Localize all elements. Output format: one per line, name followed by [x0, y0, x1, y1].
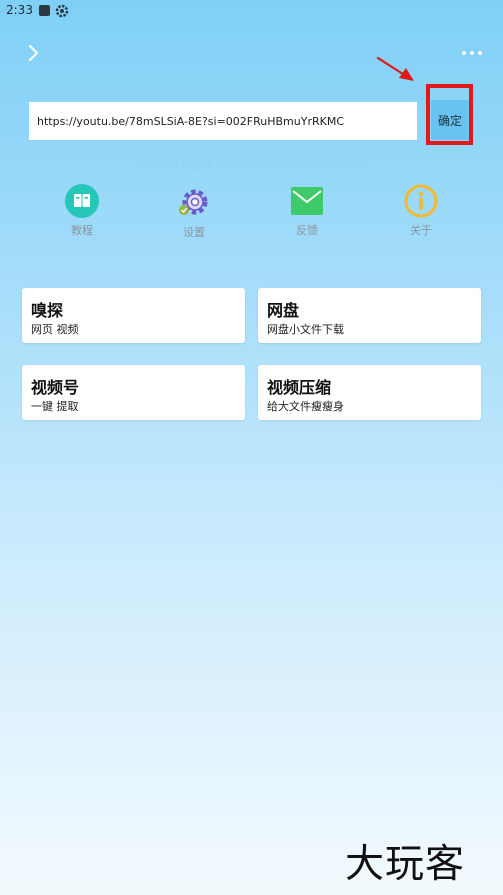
gear-icon: [179, 189, 208, 215]
card-title: 嗅探: [31, 301, 64, 320]
status-time: 2:33: [6, 3, 33, 17]
watermark: 大玩客: [345, 842, 466, 887]
card-title: 网盘: [267, 301, 300, 320]
more-button[interactable]: [458, 46, 486, 60]
card-subtitle: 网盘小文件下载: [267, 323, 344, 336]
url-input[interactable]: [29, 102, 417, 140]
gear-app-icon: [55, 3, 69, 22]
card-subtitle: 一键 提取: [31, 400, 79, 413]
status-bar: 2:33: [0, 0, 503, 22]
card-title: 视频号: [31, 378, 80, 397]
back-button[interactable]: [22, 40, 44, 66]
quick-action-label: 教程: [71, 224, 93, 237]
card-channels[interactable]: 视频号 一键 提取: [22, 365, 245, 420]
card-subtitle: 网页 视频: [31, 323, 79, 336]
card-subtitle: 给大文件瘦瘦身: [267, 400, 344, 413]
quick-action-label: 反馈: [296, 224, 318, 237]
info-icon: [404, 184, 438, 218]
card-video-compress[interactable]: 视频压缩 给大文件瘦瘦身: [258, 365, 481, 420]
quick-action-about[interactable]: 关于: [386, 184, 456, 238]
quick-action-label: 设置: [183, 226, 205, 239]
card-netdisk[interactable]: 网盘 网盘小文件下载: [258, 288, 481, 343]
book-icon: [65, 184, 99, 218]
quick-action-tutorial[interactable]: 教程: [47, 184, 117, 238]
arrow-annotation-icon: [372, 55, 416, 89]
card-title: 视频压缩: [267, 378, 332, 397]
a-app-icon: [39, 5, 50, 16]
mail-icon: [291, 187, 323, 215]
card-sniff[interactable]: 嗅探 网页 视频: [22, 288, 245, 343]
confirm-button[interactable]: 确定: [431, 100, 469, 140]
chevron-right-icon: [28, 44, 39, 62]
quick-action-settings[interactable]: 设置: [159, 186, 229, 240]
quick-action-feedback[interactable]: 反馈: [272, 184, 342, 238]
more-dots-icon: [462, 51, 482, 55]
quick-action-label: 关于: [410, 224, 432, 237]
hint-link[interactable]: 这次是真的解决了，具体情况可以点击查看文章: [0, 158, 503, 174]
